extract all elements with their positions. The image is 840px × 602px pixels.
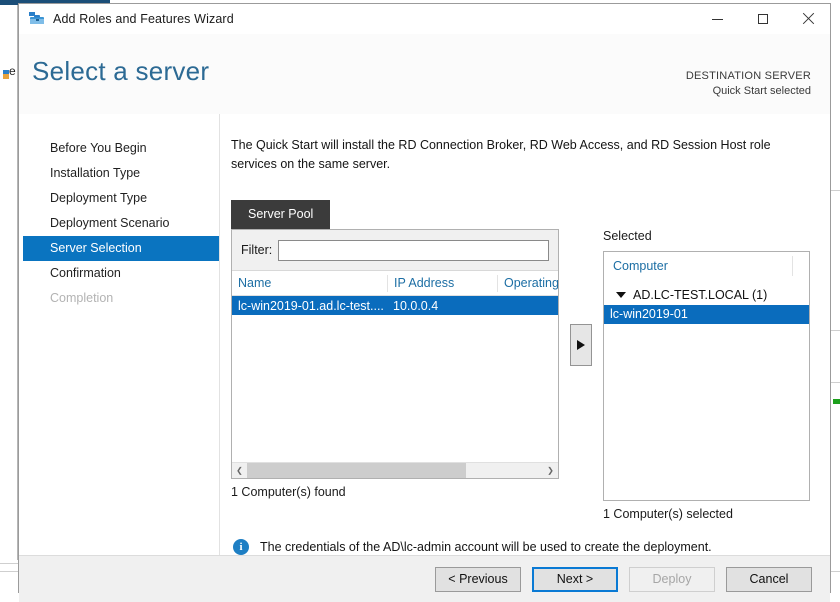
computers-selected-status: 1 Computer(s) selected: [603, 507, 810, 521]
sidebar-item-deployment-scenario[interactable]: Deployment Scenario: [19, 211, 219, 236]
sidebar-item-deployment-type[interactable]: Deployment Type: [19, 186, 219, 211]
dialog-header: Select a server DESTINATION SERVER Quick…: [19, 34, 830, 114]
selected-panel: Selected Computer AD.LC-TEST.LOCAL (1) l…: [603, 229, 810, 521]
column-header-operating-system[interactable]: Operating: [497, 275, 558, 292]
close-button[interactable]: [785, 4, 830, 34]
description-text: The Quick Start will install the RD Conn…: [231, 136, 810, 174]
sidebar-item-before-you-begin[interactable]: Before You Begin: [19, 136, 219, 161]
info-message-bar: i The credentials of the AD\lc-admin acc…: [233, 539, 810, 555]
destination-server-block: DESTINATION SERVER Quick Start selected: [686, 69, 811, 99]
background-status-marker: [833, 399, 840, 404]
selected-column-header-computer[interactable]: Computer: [604, 252, 809, 281]
destination-server-value: Quick Start selected: [686, 84, 811, 99]
horizontal-scrollbar[interactable]: ❮ ❯: [232, 462, 558, 478]
transfer-column: [559, 229, 603, 521]
wizard-toolbox-icon: [28, 10, 46, 28]
scroll-right-arrow-icon[interactable]: ❯: [543, 463, 558, 478]
selected-label: Selected: [603, 229, 810, 247]
computers-found-status: 1 Computer(s) found: [231, 485, 559, 499]
arrow-right-icon: [577, 340, 585, 350]
selected-group-label: AD.LC-TEST.LOCAL (1): [633, 288, 767, 302]
deploy-button: Deploy: [629, 567, 715, 592]
server-table-body: lc-win2019-01.ad.lc-test.... 10.0.0.4: [232, 296, 558, 462]
selected-list: AD.LC-TEST.LOCAL (1) lc-win2019-01: [604, 281, 809, 500]
sidebar-item-server-selection[interactable]: Server Selection: [23, 236, 219, 261]
background-grid-line: [0, 563, 18, 564]
dialog-body: Before You Begin Installation Type Deplo…: [19, 114, 830, 555]
selected-group-row[interactable]: AD.LC-TEST.LOCAL (1): [604, 285, 809, 305]
background-grid-line: [831, 382, 840, 383]
background-grid-line: [831, 330, 840, 331]
maximize-button[interactable]: [740, 4, 785, 34]
sidebar-item-installation-type[interactable]: Installation Type: [19, 161, 219, 186]
add-server-button[interactable]: [570, 324, 592, 366]
tab-strip: Server Pool: [231, 200, 810, 229]
tab-server-pool[interactable]: Server Pool: [231, 200, 330, 229]
sidebar-item-completion: Completion: [19, 286, 219, 311]
column-header-name[interactable]: Name: [232, 275, 387, 292]
chevron-collapse-icon[interactable]: [616, 292, 626, 298]
scroll-left-arrow-icon[interactable]: ❮: [232, 463, 247, 478]
minimize-button[interactable]: [695, 4, 740, 34]
table-row[interactable]: lc-win2019-01.ad.lc-test.... 10.0.0.4: [232, 296, 558, 315]
close-icon: [802, 13, 814, 25]
wizard-step-nav: Before You Begin Installation Type Deplo…: [19, 114, 220, 555]
cell-ip-address: 10.0.0.4: [387, 299, 497, 313]
destination-server-label: DESTINATION SERVER: [686, 69, 811, 84]
server-pool-panel: Filter: Name IP Address Operating lc-win…: [231, 229, 559, 521]
cell-name: lc-win2019-01.ad.lc-test....: [232, 299, 387, 313]
selected-box: Computer AD.LC-TEST.LOCAL (1) lc-win2019…: [603, 251, 810, 501]
window-title: Add Roles and Features Wizard: [53, 12, 234, 26]
previous-button[interactable]: < Previous: [435, 567, 521, 592]
info-circle-icon: i: [233, 539, 249, 555]
scrollbar-thumb[interactable]: [247, 463, 466, 478]
column-header-ip-address[interactable]: IP Address: [387, 275, 497, 292]
background-window-text: e: [9, 64, 16, 78]
background-grid-line: [831, 190, 840, 191]
server-selection-panels: Filter: Name IP Address Operating lc-win…: [231, 229, 810, 521]
next-button[interactable]: Next >: [532, 567, 618, 592]
maximize-icon: [758, 14, 768, 24]
dialog-footer: < Previous Next > Deploy Cancel: [19, 555, 830, 602]
minimize-icon: [712, 19, 723, 20]
filter-label: Filter:: [241, 243, 272, 257]
scrollbar-track[interactable]: [247, 463, 543, 478]
list-item[interactable]: lc-win2019-01: [604, 305, 809, 324]
add-roles-and-features-wizard: Add Roles and Features Wizard Select a s…: [18, 3, 831, 593]
server-table-header: Name IP Address Operating: [232, 271, 558, 296]
cancel-button[interactable]: Cancel: [726, 567, 812, 592]
page-title: Select a server: [32, 56, 209, 87]
filter-input[interactable]: [278, 240, 549, 261]
sidebar-item-confirmation[interactable]: Confirmation: [19, 261, 219, 286]
title-bar: Add Roles and Features Wizard: [19, 4, 830, 34]
server-pool-box: Filter: Name IP Address Operating lc-win…: [231, 229, 559, 479]
window-controls: [695, 4, 830, 34]
filter-row: Filter:: [232, 230, 558, 271]
info-message-text: The credentials of the AD\lc-admin accou…: [260, 540, 712, 554]
content-pane: The Quick Start will install the RD Conn…: [220, 114, 830, 555]
